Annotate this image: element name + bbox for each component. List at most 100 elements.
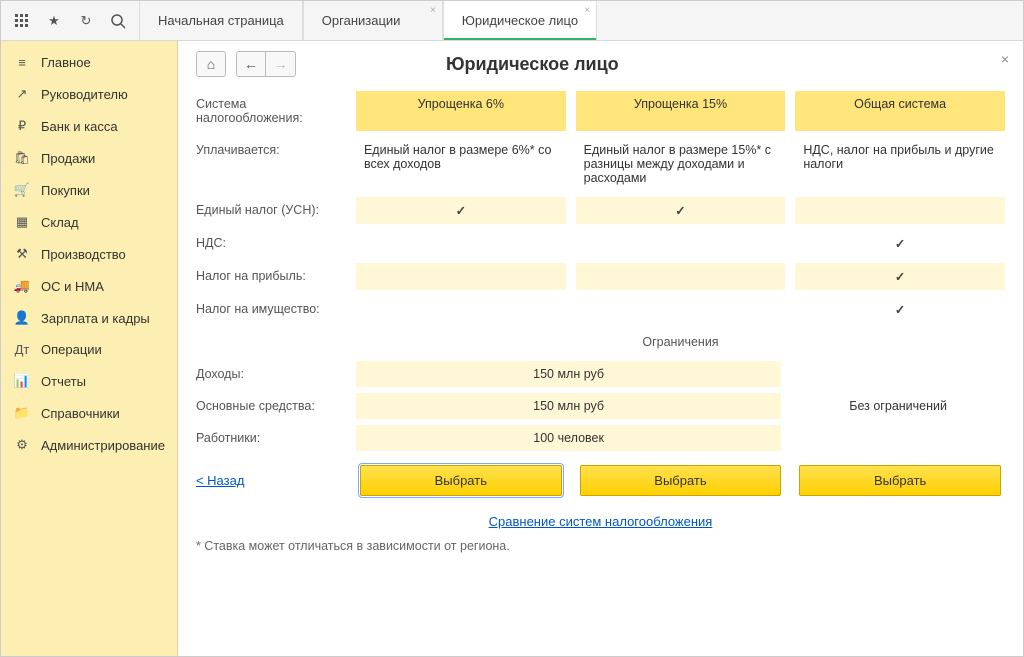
grid-icon: ▦	[13, 214, 31, 230]
sidebar-item-label: Производство	[41, 247, 126, 262]
sidebar-item-label: Продажи	[41, 151, 95, 166]
select-button-osno[interactable]: Выбрать	[799, 465, 1001, 496]
cell-property-usn15	[576, 296, 786, 323]
chart-up-icon: ↗	[13, 86, 31, 102]
sidebar-item-label: Руководителю	[41, 87, 128, 102]
tab-legal-entity[interactable]: Юридическое лицо ×	[443, 1, 597, 40]
sidebar: ≡ Главное ↗ Руководителю ₽ Банк и касса 🛍 Пр…	[1, 41, 178, 656]
row-label-property-tax: Налог на имущество:	[196, 296, 356, 323]
star-icon[interactable]: ★	[45, 12, 63, 30]
select-button-usn6[interactable]: Выбрать	[360, 465, 562, 496]
compare-link[interactable]: Сравнение систем налогообложения	[489, 514, 713, 529]
bars-icon: 📊	[13, 373, 31, 389]
bag-icon: 🛍	[13, 150, 31, 166]
content-area: × ⌂ ← → Юридическое лицо Система налогоо…	[178, 41, 1023, 656]
cell-income-usn: 150 млн руб	[356, 361, 781, 387]
sidebar-item-reports[interactable]: 📊 Отчеты	[1, 365, 177, 397]
tab-organizations[interactable]: Организации ×	[303, 1, 443, 40]
cell-employees-usn: 100 человек	[356, 425, 781, 451]
sidebar-item-main[interactable]: ≡ Главное	[1, 47, 177, 78]
cell-vat-osno	[795, 230, 1005, 257]
row-label-paid: Уплачивается:	[196, 137, 356, 191]
close-icon[interactable]: ×	[584, 5, 590, 16]
apps-icon[interactable]	[13, 12, 31, 30]
cell-profit-usn15	[576, 263, 786, 290]
cell-property-usn6	[356, 296, 566, 323]
person-icon: 👤	[13, 310, 31, 326]
check-icon	[895, 303, 905, 317]
cell-assets-usn: 150 млн руб	[356, 393, 781, 419]
sidebar-item-production[interactable]: ⚒ Производство	[1, 238, 177, 270]
home-button[interactable]: ⌂	[196, 51, 226, 77]
history-icon[interactable]: ↻	[77, 12, 95, 30]
tab-label: Начальная страница	[158, 13, 284, 28]
sidebar-item-warehouse[interactable]: ▦Склад	[1, 206, 177, 238]
sidebar-item-label: ОС и НМА	[41, 279, 104, 294]
cell-employees-osno	[791, 425, 1005, 451]
nav-forward-button[interactable]: →	[266, 51, 296, 77]
check-icon	[895, 270, 905, 284]
cell-property-osno	[795, 296, 1005, 323]
gear-icon: ⚙	[13, 437, 31, 453]
cart-icon: 🛒	[13, 182, 31, 198]
cell-usn-tax-usn6	[356, 197, 566, 224]
check-icon	[456, 204, 466, 218]
sidebar-item-label: Администрирование	[41, 438, 165, 453]
row-label-usn-tax: Единый налог (УСН):	[196, 197, 356, 224]
footnote: * Ставка может отличаться в зависимости …	[196, 539, 1005, 553]
cell-usn-tax-osno	[795, 197, 1005, 224]
page-title: Юридическое лицо	[446, 54, 619, 75]
row-label-income: Доходы:	[196, 361, 356, 387]
column-header-usn15: Упрощенка 15%	[576, 91, 786, 131]
cell-profit-usn6	[356, 263, 566, 290]
tools-icon: ⚒	[13, 246, 31, 262]
tab-label: Юридическое лицо	[462, 13, 578, 28]
sidebar-item-catalogs[interactable]: 📁 Справочники	[1, 397, 177, 429]
close-icon[interactable]: ×	[430, 5, 436, 16]
nav-back-button[interactable]: ←	[236, 51, 266, 77]
folder-icon: 📁	[13, 405, 31, 421]
column-header-osno: Общая система	[795, 91, 1005, 131]
row-label-vat: НДС:	[196, 230, 356, 257]
row-label-assets: Основные средства:	[196, 393, 356, 419]
back-link[interactable]: < Назад	[196, 473, 244, 488]
column-header-usn6: Упрощенка 6%	[356, 91, 566, 131]
truck-icon: 🚚	[13, 278, 31, 294]
check-icon	[675, 204, 685, 218]
cell-vat-usn15	[576, 230, 786, 257]
sidebar-item-label: Справочники	[41, 406, 120, 421]
sidebar-item-assets[interactable]: 🚚 ОС и НМА	[1, 270, 177, 302]
cell-income-osno	[791, 361, 1005, 387]
limits-title: Ограничения	[356, 329, 1005, 355]
cell-usn-tax-usn15	[576, 197, 786, 224]
tab-home[interactable]: Начальная страница	[139, 1, 303, 40]
cell-profit-osno	[795, 263, 1005, 290]
top-toolbar: ★ ↻ Начальная страница Организации × Юри…	[1, 1, 1023, 41]
close-page-icon[interactable]: ×	[1001, 51, 1009, 67]
sidebar-item-label: Отчеты	[41, 374, 86, 389]
select-button-usn15[interactable]: Выбрать	[580, 465, 782, 496]
cell-no-limits: Без ограничений	[791, 393, 1005, 419]
cell-paid-usn15: Единый налог в размере 15%* с разницы ме…	[576, 137, 786, 191]
cell-vat-usn6	[356, 230, 566, 257]
sidebar-item-label: Покупки	[41, 183, 90, 198]
sidebar-item-label: Операции	[41, 342, 102, 357]
tab-label: Организации	[322, 13, 401, 28]
sidebar-item-salary[interactable]: 👤 Зарплата и кадры	[1, 302, 177, 334]
sidebar-item-purchases[interactable]: 🛒 Покупки	[1, 174, 177, 206]
row-label-employees: Работники:	[196, 425, 356, 451]
ruble-icon: ₽	[13, 118, 31, 134]
debit-icon: Дт	[13, 342, 31, 357]
sidebar-item-manager[interactable]: ↗ Руководителю	[1, 78, 177, 110]
sidebar-item-sales[interactable]: 🛍 Продажи	[1, 142, 177, 174]
row-label-tax-system: Система налогообложения:	[196, 91, 356, 131]
search-icon[interactable]	[109, 12, 127, 30]
sidebar-item-label: Банк и касса	[41, 119, 118, 134]
sidebar-item-label: Главное	[41, 55, 91, 70]
sidebar-item-operations[interactable]: Дт Операции	[1, 334, 177, 365]
sidebar-item-bank[interactable]: ₽ Банк и касса	[1, 110, 177, 142]
row-label-profit-tax: Налог на прибыль:	[196, 263, 356, 290]
sidebar-item-label: Зарплата и кадры	[41, 311, 150, 326]
sidebar-item-admin[interactable]: ⚙ Администрирование	[1, 429, 177, 461]
menu-icon: ≡	[13, 55, 31, 70]
